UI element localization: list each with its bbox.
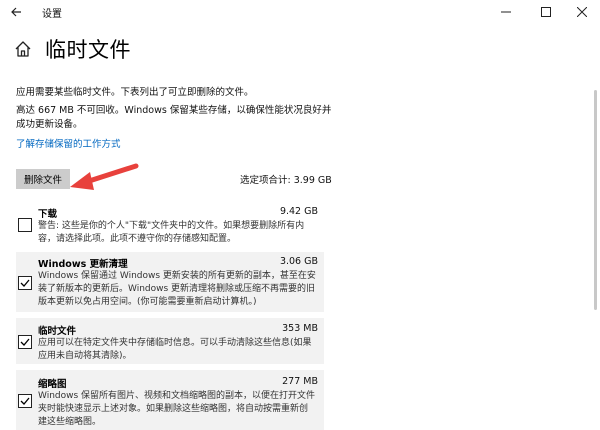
list-item-thumbnails[interactable]: 缩略图 277 MB Windows 保留所有图片、视频和文档缩略图的副本，以便…	[16, 370, 324, 430]
item-name: 缩略图	[38, 379, 67, 390]
item-description: 应用可以在特定文件夹中存储临时信息。可以手动清除这些信息(如果应用未自动将其清除…	[38, 338, 312, 361]
item-size: 353 MB	[282, 323, 318, 334]
checkbox-temporary-files[interactable]	[18, 335, 32, 349]
checkbox-windows-update-cleanup[interactable]	[18, 276, 32, 290]
maximize-icon	[541, 7, 551, 17]
item-size: 9.42 GB	[279, 206, 318, 217]
checkbox-downloads[interactable]	[18, 218, 32, 232]
reserved-storage-link[interactable]: 了解存储保留的工作方式	[16, 136, 121, 150]
app-title: 设置	[42, 9, 62, 20]
title-bar: 设置	[0, 0, 600, 24]
scroll-thumb[interactable]	[594, 90, 597, 310]
minimize-button[interactable]	[486, 0, 526, 24]
check-icon	[20, 338, 30, 346]
annotation-arrow-icon	[70, 163, 139, 190]
item-name: 临时文件	[38, 326, 77, 337]
item-description: 警告: 这些是你的个人"下载"文件夹中的文件。如果想要删除所有内容，请选择此项。…	[38, 221, 305, 244]
checkbox-thumbnails[interactable]	[18, 394, 32, 408]
check-icon	[20, 279, 30, 287]
item-description: Windows 保留所有图片、视频和文档缩略图的副本，以便在打开文件夹时能快速显…	[38, 391, 316, 427]
scrollbar[interactable]	[594, 60, 598, 430]
maximize-button[interactable]	[526, 0, 566, 24]
list-item-windows-update-cleanup[interactable]: Windows 更新清理 3.06 GB Windows 保留通过 Window…	[16, 252, 324, 312]
back-arrow-icon	[11, 7, 21, 17]
back-button[interactable]	[6, 2, 28, 22]
home-button[interactable]	[14, 40, 32, 58]
item-name: 下载	[38, 209, 58, 220]
home-icon	[15, 41, 31, 57]
minimize-icon	[501, 11, 511, 13]
item-size: 3.06 GB	[279, 256, 318, 267]
page-title: 临时文件	[45, 38, 131, 62]
selected-total: 选定项合计: 3.99 GB	[240, 175, 332, 186]
item-size: 277 MB	[282, 376, 318, 387]
reserved-storage-text: 高达 667 MB 不可回收。Windows 保留某些存储，以确保性能状况良好并…	[16, 105, 332, 130]
settings-window: 设置 临时文件 应用需要某些临时文件。下表列出了可立即删除的文件。 高达 667…	[0, 0, 600, 430]
list-item-downloads[interactable]: 下载 9.42 GB 警告: 这些是你的个人"下载"文件夹中的文件。如果想要删除…	[16, 202, 324, 250]
close-button[interactable]	[562, 0, 600, 24]
description-text: 应用需要某些临时文件。下表列出了可立即删除的文件。	[16, 87, 254, 98]
item-description: Windows 保留通过 Windows 更新安装的所有更新的副本，甚至在安装了…	[38, 271, 316, 307]
list-item-temporary-files[interactable]: 临时文件 353 MB 应用可以在特定文件夹中存储临时信息。可以手动清除这些信息…	[16, 318, 324, 364]
check-icon	[20, 397, 30, 405]
item-name: Windows 更新清理	[38, 259, 128, 270]
close-icon	[577, 7, 587, 17]
